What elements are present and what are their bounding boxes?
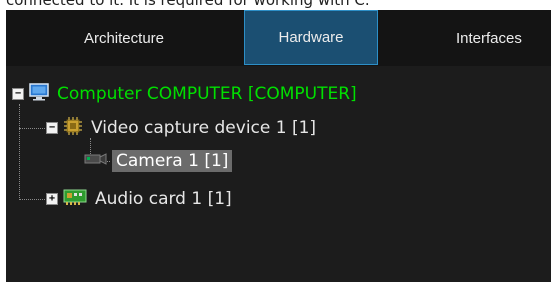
hardware-panel: Architecture Hardware Interfaces − Compu… — [6, 10, 551, 282]
tab-interfaces[interactable]: Interfaces — [386, 10, 551, 66]
tree-connector-line — [19, 128, 45, 129]
collapse-icon[interactable]: − — [46, 122, 58, 134]
tree-node-video-capture-device[interactable]: − Video capture device 1 [1] — [46, 115, 316, 141]
tab-bar: Architecture Hardware Interfaces — [6, 10, 551, 66]
camera-icon — [84, 151, 108, 171]
tree-node-audio-card[interactable]: + Audio card 1 [1] — [46, 186, 232, 212]
expand-icon[interactable]: + — [46, 193, 58, 205]
audio-card-icon — [63, 188, 87, 211]
tree-connector-line — [19, 199, 45, 200]
tree-node-label: Audio card 1 [1] — [95, 189, 232, 209]
tree-node-camera[interactable]: Camera 1 [1] — [84, 148, 233, 174]
tree-node-label: Video capture device 1 [1] — [91, 118, 317, 138]
tree-node-label: Computer COMPUTER [COMPUTER] — [57, 84, 357, 104]
tab-architecture[interactable]: Architecture — [6, 10, 242, 66]
chip-icon — [63, 116, 83, 141]
hardware-tree: − Computer COMPUTER [COMPUTER] − Video c… — [6, 70, 551, 282]
monitor-icon — [29, 82, 49, 106]
collapse-icon[interactable]: − — [12, 88, 24, 100]
tab-hardware[interactable]: Hardware — [244, 10, 378, 65]
tree-connector-line — [19, 104, 20, 198]
cropped-description-text: connected to it. It is required for work… — [6, 0, 370, 9]
tree-node-computer[interactable]: − Computer COMPUTER [COMPUTER] — [12, 81, 357, 107]
tree-node-label: Camera 1 [1] — [112, 150, 233, 172]
